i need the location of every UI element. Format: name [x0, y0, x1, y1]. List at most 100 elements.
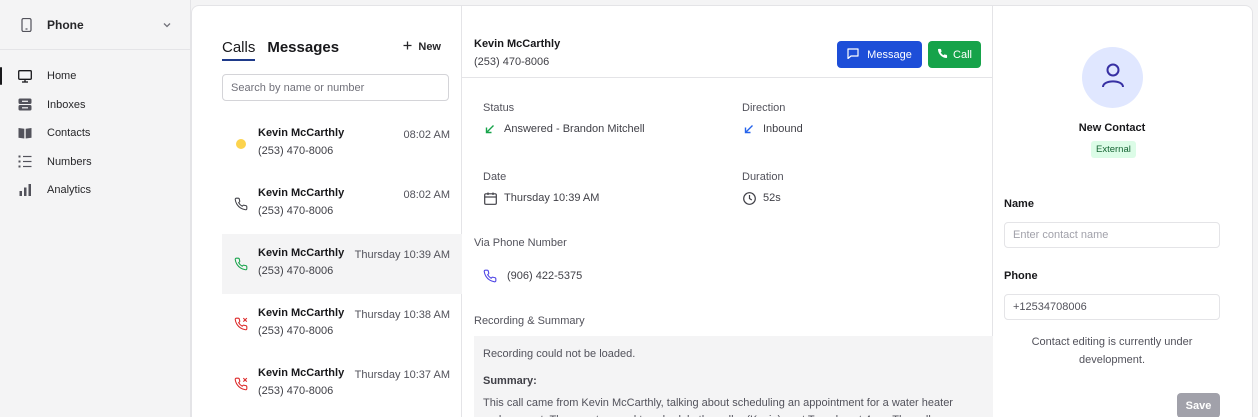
calendar-icon [483, 191, 497, 205]
call-list: Kevin McCarthly (253) 470-8006 08:02 AM … [222, 114, 462, 414]
call-list-item[interactable]: Kevin McCarthly (253) 470-8006 08:02 AM [222, 114, 462, 174]
new-button-label: New [418, 41, 441, 53]
recording-summary-label: Recording & Summary [474, 315, 585, 327]
phone-missed-icon [234, 377, 248, 391]
contact-phone-input[interactable] [1004, 294, 1220, 320]
call-button[interactable]: Call [928, 41, 981, 68]
summary-title: Summary: [483, 375, 537, 387]
contact-panel: New Contact External Name Phone Contact … [993, 6, 1252, 417]
via-phone-label: Via Phone Number [474, 237, 567, 249]
arrow-down-left-icon [742, 122, 756, 136]
recording-message: Recording could not be loaded. [483, 348, 636, 360]
phone-device-icon [19, 17, 33, 32]
new-button[interactable]: New [403, 41, 441, 53]
book-icon [18, 126, 32, 140]
call-caller-name: Kevin McCarthly [258, 127, 345, 139]
app-switcher[interactable]: Phone [0, 0, 190, 50]
message-icon [847, 47, 859, 62]
call-caller-name: Kevin McCarthly [258, 367, 345, 379]
sidebar-item-label: Numbers [47, 155, 92, 168]
user-icon [1101, 62, 1125, 93]
main-panel: Calls Messages New Kevin McCarthly (253)… [191, 5, 1253, 417]
list-icon [18, 155, 32, 169]
sidebar: Phone Home Inboxes Contacts Numbers Anal… [0, 0, 191, 417]
direction-text: Inbound [763, 123, 803, 135]
call-time: Thursday 10:37 AM [354, 369, 450, 381]
phone-icon [234, 197, 248, 211]
tab-messages[interactable]: Messages [267, 39, 339, 61]
call-caller-phone: (253) 470-8006 [258, 265, 334, 277]
sidebar-item-label: Contacts [47, 127, 91, 140]
sidebar-item-label: Home [47, 70, 77, 83]
sidebar-item-contacts[interactable]: Contacts [0, 119, 190, 148]
date-label: Date [483, 171, 507, 183]
call-list-item[interactable]: Kevin McCarthly (253) 470-8006 08:02 AM [222, 174, 462, 234]
call-caller-name: Kevin McCarthly [258, 247, 345, 259]
duration-text: 52s [763, 192, 781, 204]
monitor-icon [18, 69, 32, 83]
call-button-label: Call [953, 48, 972, 61]
status-value: Answered - Brandon Mitchell [483, 122, 645, 136]
arrow-down-left-icon [483, 122, 497, 136]
call-caller-name: Kevin McCarthly [258, 187, 345, 199]
phone-icon [937, 48, 948, 62]
phone-field-label: Phone [1004, 270, 1038, 282]
call-time: Thursday 10:38 AM [354, 309, 450, 321]
duration-value: 52s [742, 191, 781, 205]
sidebar-item-analytics[interactable]: Analytics [0, 176, 190, 205]
editing-note: Contact editing is currently under devel… [1031, 336, 1193, 366]
sidebar-nav: Home Inboxes Contacts Numbers Analytics [0, 62, 190, 205]
call-time: 08:02 AM [403, 189, 450, 201]
calls-panel: Calls Messages New Kevin McCarthly (253)… [192, 6, 462, 417]
call-list-item[interactable]: Kevin McCarthly (253) 470-8006 Thursday … [222, 294, 462, 354]
detail-contact-phone: (253) 470-8006 [474, 56, 550, 68]
sidebar-item-inboxes[interactable]: Inboxes [0, 91, 190, 120]
phone-icon [483, 269, 497, 283]
phone-missed-icon [234, 317, 248, 331]
clock-icon [742, 191, 756, 205]
phone-answered-icon [234, 257, 248, 271]
recording-summary-box: Recording could not be loaded. Summary: … [474, 336, 993, 417]
chevron-down-icon [162, 17, 172, 35]
tab-calls[interactable]: Calls [222, 39, 256, 61]
save-button[interactable]: Save [1177, 393, 1220, 417]
message-button[interactable]: Message [837, 41, 922, 68]
call-caller-phone: (253) 470-8006 [258, 385, 334, 397]
date-text: Thursday 10:39 AM [504, 192, 600, 204]
sidebar-item-home[interactable]: Home [0, 62, 190, 91]
direction-label: Direction [742, 102, 786, 114]
contact-name-input[interactable] [1004, 222, 1220, 248]
duration-label: Duration [742, 171, 784, 183]
tab-bar: Calls Messages [222, 39, 339, 61]
avatar [1082, 47, 1143, 108]
call-list-item-selected[interactable]: Kevin McCarthly (253) 470-8006 Thursday … [222, 234, 462, 294]
via-phone-text: (906) 422-5375 [507, 270, 583, 282]
sidebar-item-label: Analytics [47, 184, 92, 197]
status-text: Answered - Brandon Mitchell [504, 123, 645, 135]
call-time: Thursday 10:39 AM [354, 249, 450, 261]
via-phone-value: (906) 422-5375 [483, 269, 582, 283]
contact-name: New Contact [1078, 122, 1146, 134]
call-detail-header: Kevin McCarthly (253) 470-8006 Message C… [462, 6, 993, 78]
plus-icon [403, 41, 412, 53]
search-input[interactable] [222, 74, 449, 101]
call-caller-phone: (253) 470-8006 [258, 205, 334, 217]
sidebar-item-numbers[interactable]: Numbers [0, 148, 190, 177]
call-caller-phone: (253) 470-8006 [258, 325, 334, 337]
sidebar-item-label: Inboxes [47, 98, 86, 111]
call-list-item[interactable]: Kevin McCarthly (253) 470-8006 Thursday … [222, 354, 462, 414]
call-caller-phone: (253) 470-8006 [258, 145, 334, 157]
status-label: Status [483, 102, 515, 114]
app-switcher-label: Phone [47, 17, 84, 32]
date-value: Thursday 10:39 AM [483, 191, 599, 205]
call-time: 08:02 AM [403, 129, 450, 141]
message-button-label: Message [867, 48, 912, 61]
bar-chart-icon [18, 183, 32, 197]
detail-contact-name: Kevin McCarthly [474, 38, 561, 50]
summary-text: This call came from Kevin McCarthly, tal… [483, 397, 953, 417]
call-caller-name: Kevin McCarthly [258, 307, 345, 319]
call-detail-panel: Kevin McCarthly (253) 470-8006 Message C… [462, 6, 993, 417]
inbox-icon [18, 98, 32, 112]
status-badge: External [1091, 141, 1136, 158]
name-field-label: Name [1004, 198, 1034, 210]
